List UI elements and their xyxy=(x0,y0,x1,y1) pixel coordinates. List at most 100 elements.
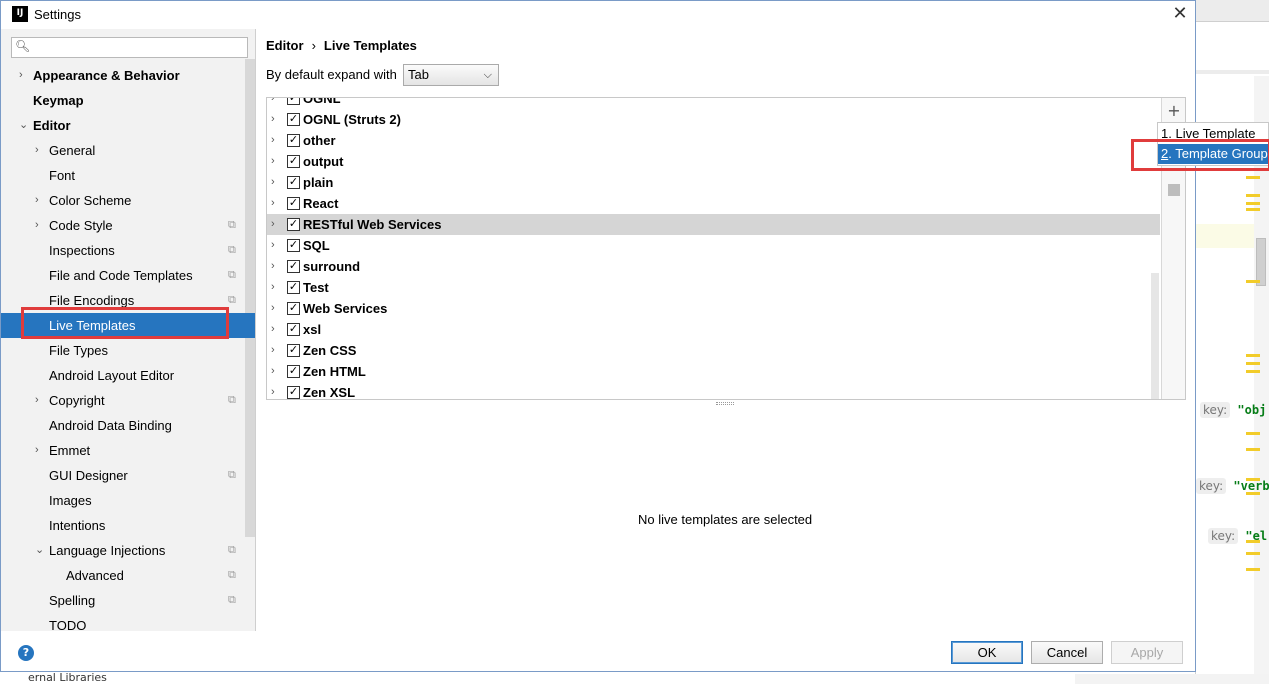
apply-button[interactable]: Apply xyxy=(1111,641,1183,664)
marker-stripe xyxy=(1246,370,1260,373)
chevron-right-icon[interactable]: › xyxy=(271,193,275,214)
breadcrumb-parent[interactable]: Editor xyxy=(266,38,304,53)
sidebar-item[interactable]: Live Templates xyxy=(1,313,255,338)
sidebar-item[interactable]: Advanced ⧉ xyxy=(1,563,255,588)
chevron-right-icon[interactable]: › xyxy=(271,319,275,340)
template-group-checkbox[interactable]: ✓ xyxy=(287,218,300,231)
sidebar-item[interactable]: Spelling ⧉ xyxy=(1,588,255,613)
template-group-row[interactable]: › ✓ surround xyxy=(267,256,1160,277)
sidebar-item[interactable]: GUI Designer ⧉ xyxy=(1,463,255,488)
chevron-right-icon[interactable]: › xyxy=(35,388,39,413)
splitter-handle[interactable] xyxy=(716,402,734,405)
template-list-scrollbar[interactable] xyxy=(1151,273,1159,399)
search-input[interactable] xyxy=(34,40,244,55)
template-group-row[interactable]: › ✓ Zen XSL xyxy=(267,382,1160,399)
template-group-row[interactable]: › ✓ OGNL (Struts 2) xyxy=(267,109,1160,130)
template-group-row[interactable]: › ✓ Zen HTML xyxy=(267,361,1160,382)
menu-item-live-template[interactable]: 1. Live Template xyxy=(1158,124,1269,144)
template-group-row[interactable]: › ✓ Zen CSS xyxy=(267,340,1160,361)
template-group-checkbox[interactable]: ✓ xyxy=(287,239,300,252)
template-group-checkbox[interactable]: ✓ xyxy=(287,98,300,105)
copy-icon[interactable] xyxy=(1168,184,1180,196)
template-group-row[interactable]: › ✓ Web Services xyxy=(267,298,1160,319)
chevron-right-icon[interactable]: › xyxy=(271,109,275,130)
ok-button[interactable]: OK xyxy=(951,641,1023,664)
template-group-checkbox[interactable]: ✓ xyxy=(287,323,300,336)
chevron-right-icon[interactable]: › xyxy=(35,438,39,463)
expand-with-select[interactable]: Tab ⌵ xyxy=(403,64,499,86)
chevron-right-icon[interactable]: › xyxy=(271,256,275,277)
close-button[interactable]: ✕ xyxy=(1167,3,1193,25)
template-group-checkbox[interactable]: ✓ xyxy=(287,197,300,210)
editor-scrollbar[interactable] xyxy=(1254,76,1269,676)
cancel-button[interactable]: Cancel xyxy=(1031,641,1103,664)
template-group-row[interactable]: › ✓ OGNL xyxy=(267,98,1160,109)
chevron-down-icon[interactable]: ⌄ xyxy=(35,538,44,563)
chevron-right-icon[interactable]: › xyxy=(271,214,275,235)
sidebar-item-label: Live Templates xyxy=(49,318,136,333)
chevron-down-icon[interactable]: ⌄ xyxy=(19,113,28,138)
chevron-right-icon[interactable]: › xyxy=(271,98,275,109)
menu-item-template-group[interactable]: 2. Template Group xyxy=(1158,144,1269,164)
sidebar-item[interactable]: › General xyxy=(1,138,255,163)
sidebar-item[interactable]: TODO xyxy=(1,613,255,631)
sidebar-item[interactable]: › Emmet xyxy=(1,438,255,463)
title-bar[interactable]: IJ Settings ✕ xyxy=(1,1,1195,29)
sidebar-item[interactable]: › Code Style ⧉ xyxy=(1,213,255,238)
template-group-row[interactable]: › ✓ Test xyxy=(267,277,1160,298)
sidebar-item[interactable]: Android Layout Editor xyxy=(1,363,255,388)
help-button[interactable]: ? xyxy=(18,645,34,661)
chevron-right-icon[interactable]: › xyxy=(19,63,23,88)
settings-dialog: IJ Settings ✕ 🔍︎ › Appearance & Behavior K… xyxy=(0,0,1196,672)
sidebar-item[interactable]: Images xyxy=(1,488,255,513)
template-group-checkbox[interactable]: ✓ xyxy=(287,113,300,126)
sidebar-item[interactable]: › Appearance & Behavior xyxy=(1,63,255,88)
template-group-row[interactable]: › ✓ RESTful Web Services xyxy=(267,214,1160,235)
settings-search[interactable]: 🔍︎ xyxy=(11,37,248,58)
editor-scroll-thumb[interactable] xyxy=(1256,238,1266,286)
template-group-row[interactable]: › ✓ React xyxy=(267,193,1160,214)
template-group-checkbox[interactable]: ✓ xyxy=(287,386,300,399)
project-scope-icon: ⧉ xyxy=(228,294,236,306)
add-button[interactable]: + xyxy=(1166,103,1182,119)
template-group-checkbox[interactable]: ✓ xyxy=(287,155,300,168)
template-group-row[interactable]: › ✓ output xyxy=(267,151,1160,172)
chevron-right-icon[interactable]: › xyxy=(271,235,275,256)
template-group-checkbox[interactable]: ✓ xyxy=(287,344,300,357)
sidebar-item[interactable]: File and Code Templates ⧉ xyxy=(1,263,255,288)
template-group-row[interactable]: › ✓ xsl xyxy=(267,319,1160,340)
sidebar-item[interactable]: Font xyxy=(1,163,255,188)
chevron-right-icon[interactable]: › xyxy=(271,151,275,172)
chevron-right-icon[interactable]: › xyxy=(35,138,39,163)
chevron-right-icon[interactable]: › xyxy=(271,361,275,382)
chevron-right-icon[interactable]: › xyxy=(271,298,275,319)
chevron-right-icon[interactable]: › xyxy=(271,130,275,151)
chevron-right-icon[interactable]: › xyxy=(271,340,275,361)
chevron-right-icon[interactable]: › xyxy=(271,382,275,399)
sidebar-item[interactable]: File Encodings ⧉ xyxy=(1,288,255,313)
sidebar-item[interactable]: ⌄ Editor xyxy=(1,113,255,138)
template-group-checkbox[interactable]: ✓ xyxy=(287,302,300,315)
template-group-name: Zen CSS xyxy=(303,343,357,358)
sidebar-item[interactable]: ⌄ Language Injections ⧉ xyxy=(1,538,255,563)
sidebar-item[interactable]: Inspections ⧉ xyxy=(1,238,255,263)
project-scope-icon: ⧉ xyxy=(228,394,236,406)
sidebar-item[interactable]: File Types xyxy=(1,338,255,363)
template-group-checkbox[interactable]: ✓ xyxy=(287,281,300,294)
template-group-checkbox[interactable]: ✓ xyxy=(287,365,300,378)
chevron-right-icon[interactable]: › xyxy=(35,188,39,213)
chevron-right-icon[interactable]: › xyxy=(271,277,275,298)
sidebar-item[interactable]: Intentions xyxy=(1,513,255,538)
template-group-checkbox[interactable]: ✓ xyxy=(287,134,300,147)
sidebar-item[interactable]: › Color Scheme xyxy=(1,188,255,213)
chevron-right-icon[interactable]: › xyxy=(35,213,39,238)
template-group-checkbox[interactable]: ✓ xyxy=(287,176,300,189)
sidebar-item[interactable]: › Copyright ⧉ xyxy=(1,388,255,413)
sidebar-item[interactable]: Keymap xyxy=(1,88,255,113)
template-group-checkbox[interactable]: ✓ xyxy=(287,260,300,273)
template-group-row[interactable]: › ✓ plain xyxy=(267,172,1160,193)
template-group-row[interactable]: › ✓ other xyxy=(267,130,1160,151)
template-group-row[interactable]: › ✓ SQL xyxy=(267,235,1160,256)
chevron-right-icon[interactable]: › xyxy=(271,172,275,193)
sidebar-item[interactable]: Android Data Binding xyxy=(1,413,255,438)
